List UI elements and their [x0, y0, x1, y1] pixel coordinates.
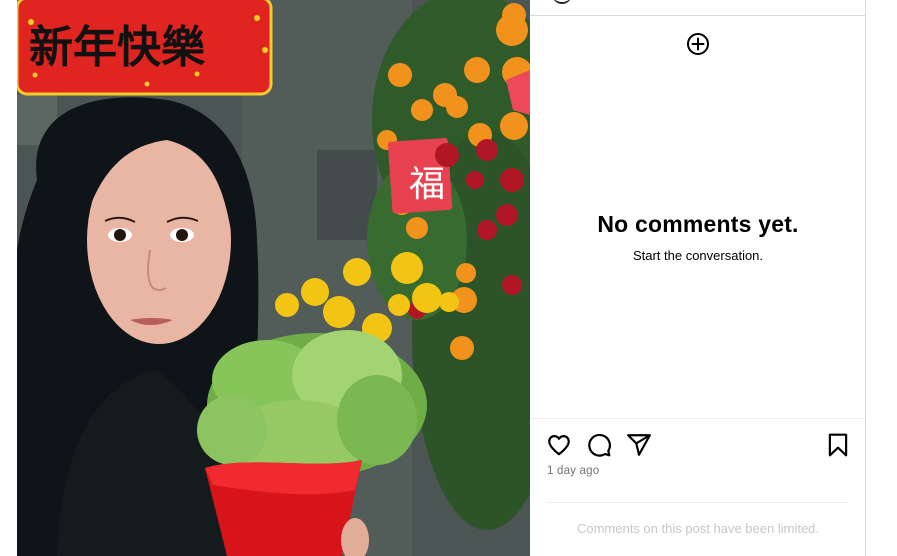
- lettuce: [197, 330, 427, 480]
- post-photo[interactable]: 福 新年快樂: [17, 0, 530, 556]
- comment-bubble-icon: [588, 433, 611, 457]
- comment-button[interactable]: [586, 432, 612, 458]
- share-button[interactable]: [626, 432, 652, 458]
- heart-icon: [548, 435, 570, 456]
- actions-divider: [530, 418, 865, 419]
- paper-plane-icon: [627, 434, 651, 456]
- header-divider: [530, 15, 865, 16]
- post-photo-illustration: 福 新年快樂: [17, 0, 530, 556]
- post-dialog: 福 新年快樂 No comments yet. Start the conver…: [0, 0, 897, 556]
- bookmark-icon: [828, 433, 848, 457]
- like-button[interactable]: [546, 432, 572, 458]
- no-comments-title: No comments yet.: [597, 211, 799, 237]
- svg-text:福: 福: [409, 164, 445, 205]
- author-avatar[interactable]: [552, 0, 572, 4]
- post-timestamp[interactable]: 1 day ago: [547, 465, 599, 477]
- save-button[interactable]: [825, 432, 851, 458]
- comments-limited-notice: Comments on this post have been limited.: [576, 521, 820, 536]
- limited-divider: [547, 502, 849, 503]
- add-comment-button[interactable]: [686, 32, 710, 56]
- plus-circle-icon: [687, 33, 709, 55]
- no-comments-subtitle: Start the conversation.: [632, 248, 764, 263]
- banner-text: 新年快樂: [29, 22, 206, 73]
- comments-panel: No comments yet. Start the conversation.: [530, 0, 866, 556]
